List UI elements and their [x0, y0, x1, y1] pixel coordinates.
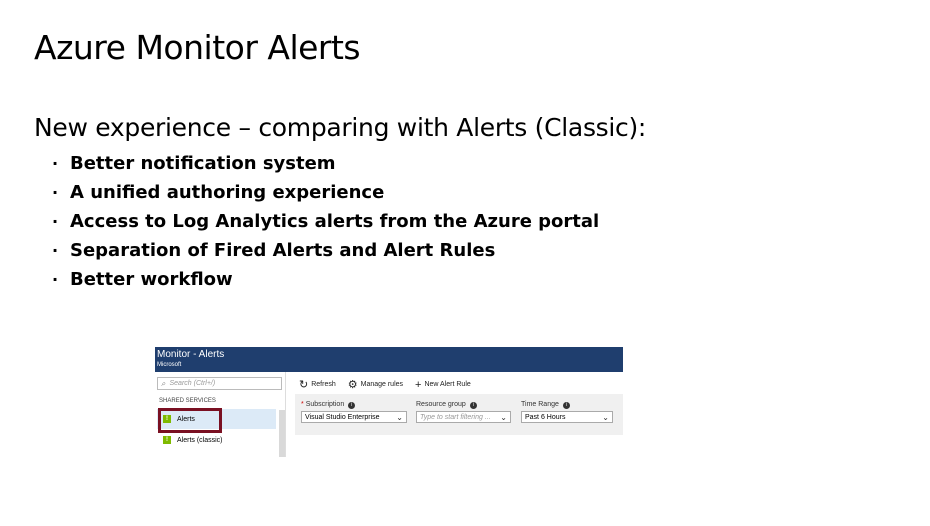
- resource-group-input[interactable]: Type to start filtering ... ⌄: [416, 411, 511, 423]
- info-icon: i: [348, 402, 356, 409]
- refresh-icon: ↻: [299, 379, 309, 391]
- sidebar-item-label: Alerts (classic): [177, 436, 223, 444]
- sidebar-scrollbar[interactable]: [279, 410, 285, 457]
- manage-rules-label: Manage rules: [360, 381, 404, 388]
- manage-rules-button[interactable]: ⚙ Manage rules: [348, 378, 403, 391]
- bullet-item: · A unified authoring experience: [52, 178, 599, 207]
- bullet-dot-icon: ·: [52, 183, 59, 202]
- resource-group-placeholder: Type to start filtering ...: [420, 413, 491, 421]
- search-placeholder: Search (Ctrl+/): [169, 380, 216, 387]
- search-icon: ⌕: [161, 378, 166, 388]
- portal-toolbar: ↻ Refresh ⚙ Manage rules + New Alert Rul…: [299, 378, 483, 392]
- time-range-select[interactable]: Past 6 Hours ⌄: [521, 411, 613, 423]
- gear-icon: ⚙: [347, 379, 358, 391]
- info-icon: i: [469, 402, 477, 409]
- filter-bar: * Subscription i Visual Studio Enterpris…: [295, 394, 623, 435]
- bullet-dot-icon: ·: [52, 154, 59, 173]
- plus-icon: +: [415, 378, 422, 391]
- new-alert-rule-label: New Alert Rule: [424, 381, 471, 388]
- bullet-text: Access to Log Analytics alerts from the …: [70, 211, 600, 232]
- bullet-dot-icon: ·: [52, 241, 59, 260]
- subscription-value: Visual Studio Enterprise: [305, 413, 380, 421]
- bullet-item: · Better notification system: [52, 149, 599, 178]
- time-range-label: Time Range i: [521, 401, 570, 409]
- bullet-item: · Better workflow: [52, 265, 599, 294]
- chevron-down-icon: ⌄: [500, 413, 507, 422]
- refresh-button[interactable]: ↻ Refresh: [299, 378, 336, 391]
- subscription-select[interactable]: Visual Studio Enterprise ⌄: [301, 411, 407, 423]
- slide-subtitle: New experience – comparing with Alerts (…: [34, 113, 647, 142]
- required-marker: *: [301, 401, 304, 408]
- slide: Azure Monitor Alerts New experience – co…: [0, 0, 930, 526]
- sidebar-section-label: SHARED SERVICES: [159, 398, 216, 404]
- bullet-text: Separation of Fired Alerts and Alert Rul…: [70, 240, 496, 261]
- resource-group-label: Resource group i: [416, 401, 477, 409]
- sidebar-item-alerts-classic[interactable]: ! Alerts (classic): [157, 430, 276, 450]
- bullet-item: · Access to Log Analytics alerts from the…: [52, 207, 599, 236]
- bullet-dot-icon: ·: [52, 212, 59, 231]
- chevron-down-icon: ⌄: [396, 413, 403, 422]
- chevron-down-icon: ⌄: [602, 413, 609, 422]
- time-range-value: Past 6 Hours: [525, 413, 566, 421]
- new-alert-rule-button[interactable]: + New Alert Rule: [415, 379, 471, 391]
- subscription-label: * Subscription i: [301, 401, 356, 409]
- portal-publisher: Microsoft: [157, 362, 182, 368]
- portal-title: Monitor - Alerts: [157, 349, 225, 360]
- search-input[interactable]: ⌕ Search (Ctrl+/): [157, 377, 282, 390]
- alert-icon: !: [163, 436, 171, 444]
- portal-screenshot: Monitor - Alerts Microsoft ⌕ Search (Ctr…: [155, 347, 623, 457]
- info-icon: i: [562, 402, 570, 409]
- highlight-box: [158, 408, 222, 433]
- bullet-text: Better workflow: [70, 269, 233, 290]
- bullet-text: Better notification system: [70, 153, 336, 174]
- slide-title: Azure Monitor Alerts: [34, 28, 361, 67]
- bullet-text: A unified authoring experience: [70, 182, 385, 203]
- portal-header: Monitor - Alerts Microsoft: [155, 347, 623, 372]
- bullet-dot-icon: ·: [52, 270, 59, 289]
- bullet-item: · Separation of Fired Alerts and Alert Ru…: [52, 236, 599, 265]
- bullet-list: · Better notification system · A unified a…: [52, 149, 599, 294]
- refresh-label: Refresh: [311, 381, 336, 388]
